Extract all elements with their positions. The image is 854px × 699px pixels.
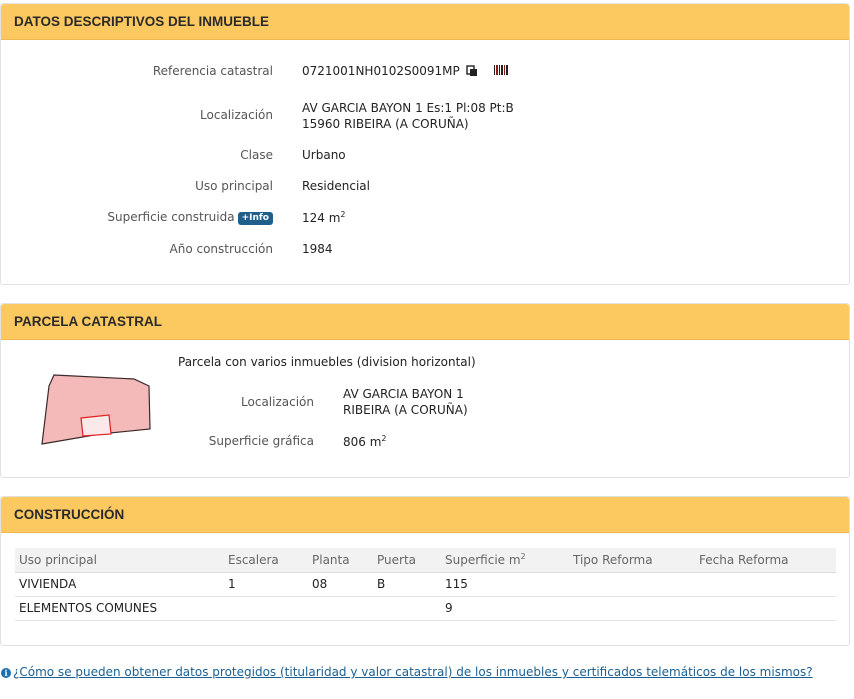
col-fecha-reforma: Fecha Reforma bbox=[695, 548, 836, 573]
parcel-location-line-1: AV GARCIA BAYON 1 bbox=[343, 387, 464, 401]
cell-uso: VIVIENDA bbox=[15, 572, 224, 597]
cell-fecha-reforma bbox=[695, 596, 836, 621]
cell-tipo-reforma bbox=[569, 596, 695, 621]
ref-value: 0721001NH0102S0091MP bbox=[302, 64, 460, 78]
cell-fecha-reforma bbox=[695, 572, 836, 597]
info-icon: i bbox=[1, 668, 11, 678]
parcel-unit-highlight bbox=[80, 414, 112, 437]
parcel-surface-value: 806 m bbox=[343, 435, 382, 449]
table-row: ELEMENTOS COMUNES 9 bbox=[15, 596, 836, 621]
cell-puerta bbox=[373, 596, 441, 621]
cell-puerta: B bbox=[373, 572, 441, 597]
clase-label: Clase bbox=[240, 148, 273, 162]
location-value: AV GARCIA BAYON 1 Es:1 Pl:08 Pt:B 15960 … bbox=[302, 100, 514, 132]
parcel-surface-value-group: 806 m2 bbox=[343, 434, 387, 449]
uso-value: Residencial bbox=[302, 179, 370, 193]
location-label: Localización bbox=[200, 108, 273, 122]
parcel-location-label: Localización bbox=[241, 395, 314, 409]
panel-title: CONSTRUCCIÓN bbox=[1, 497, 849, 533]
col-escalera: Escalera bbox=[224, 548, 308, 573]
col-tipo-reforma: Tipo Reforma bbox=[569, 548, 695, 573]
parcel-map[interactable] bbox=[37, 368, 157, 448]
col-superficie-label: Superficie m bbox=[445, 553, 521, 568]
parcel-location-line-2: RIBEIRA (A CORUÑA) bbox=[343, 403, 468, 417]
ref-label: Referencia catastral bbox=[152, 64, 273, 78]
protected-data-help: i ¿Cómo se pueden obtener datos protegido… bbox=[1, 665, 813, 679]
superficie-label: Superficie construida bbox=[107, 210, 235, 224]
col-superficie: Superficie m2 bbox=[441, 548, 569, 573]
barcode-icon[interactable] bbox=[494, 64, 509, 78]
cell-planta: 08 bbox=[308, 572, 373, 597]
table-row: VIVIENDA 1 08 B 115 bbox=[15, 572, 836, 597]
parcel-description: Parcela con varios inmuebles (division h… bbox=[178, 355, 854, 369]
parcel-surface-unit-exp: 2 bbox=[381, 434, 387, 443]
ref-value-group: 0721001NH0102S0091MP bbox=[302, 64, 509, 80]
parcel-surface-label: Superficie gráfica bbox=[208, 434, 314, 448]
col-superficie-exp: 2 bbox=[520, 552, 526, 562]
cell-escalera: 1 bbox=[224, 572, 308, 597]
anio-value: 1984 bbox=[302, 242, 333, 256]
cell-superficie: 9 bbox=[441, 596, 569, 621]
superficie-unit-exp: 2 bbox=[340, 210, 346, 219]
parcel-panel: PARCELA CATASTRAL Parcela con varios inm… bbox=[0, 303, 850, 478]
anio-label: Año construcción bbox=[169, 242, 274, 256]
panel-title: DATOS DESCRIPTIVOS DEL INMUEBLE bbox=[1, 4, 849, 40]
cell-uso: ELEMENTOS COMUNES bbox=[15, 596, 224, 621]
more-info-button[interactable]: +Info bbox=[237, 212, 273, 225]
superficie-value: 124 m bbox=[302, 211, 341, 225]
protected-data-link[interactable]: ¿Cómo se pueden obtener datos protegidos… bbox=[13, 665, 813, 679]
copy-icon[interactable] bbox=[465, 65, 478, 80]
superficie-value-group: 124 m2 bbox=[302, 210, 346, 225]
table-header-row: Uso principal Escalera Planta Puerta Sup… bbox=[15, 548, 836, 573]
cell-superficie: 115 bbox=[441, 572, 569, 597]
parcel-location-value: AV GARCIA BAYON 1 RIBEIRA (A CORUÑA) bbox=[343, 386, 468, 418]
col-uso: Uso principal bbox=[15, 548, 224, 573]
construction-panel: CONSTRUCCIÓN Uso principal Escalera Plan… bbox=[0, 496, 850, 646]
cell-escalera bbox=[224, 596, 308, 621]
cell-tipo-reforma bbox=[569, 572, 695, 597]
location-line-1: AV GARCIA BAYON 1 Es:1 Pl:08 Pt:B bbox=[302, 101, 514, 115]
panel-title: PARCELA CATASTRAL bbox=[1, 304, 849, 340]
uso-label: Uso principal bbox=[195, 179, 273, 193]
col-planta: Planta bbox=[308, 548, 373, 573]
clase-value: Urbano bbox=[302, 148, 346, 162]
superficie-label-group: Superficie construida +Info bbox=[107, 210, 273, 225]
col-puerta: Puerta bbox=[373, 548, 441, 573]
parcel-description-text: Parcela con varios inmuebles (division h… bbox=[178, 355, 476, 369]
descriptive-data-panel: DATOS DESCRIPTIVOS DEL INMUEBLE Referenc… bbox=[0, 3, 850, 285]
construction-table: Uso principal Escalera Planta Puerta Sup… bbox=[15, 548, 836, 621]
cell-planta bbox=[308, 596, 373, 621]
location-line-2: 15960 RIBEIRA (A CORUÑA) bbox=[302, 117, 469, 131]
